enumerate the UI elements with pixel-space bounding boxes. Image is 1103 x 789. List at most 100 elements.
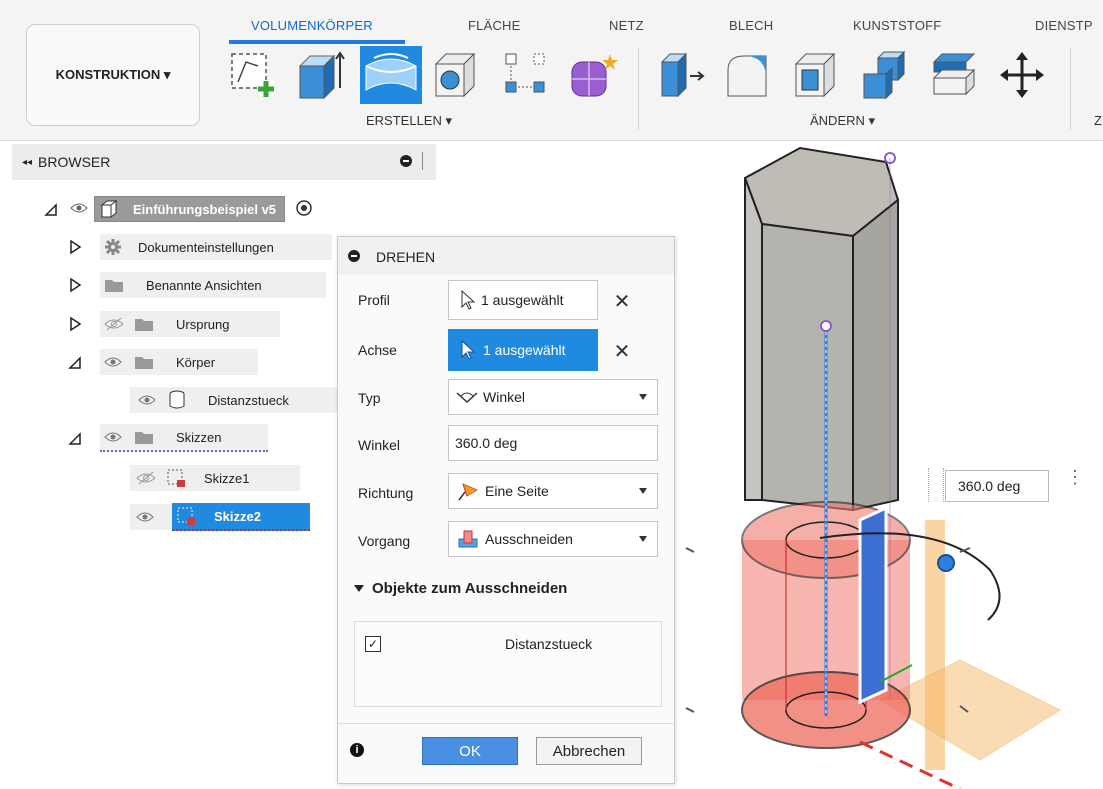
tab-dienstprogramme[interactable]: DIENSTP xyxy=(1035,18,1093,33)
eye-icon[interactable] xyxy=(104,431,122,443)
tree-item-dokumenteinstellungen[interactable]: Dokumenteinstellungen xyxy=(68,234,332,260)
angle-label: Winkel xyxy=(358,437,401,453)
folder-icon xyxy=(105,280,123,292)
create-sketch-icon[interactable] xyxy=(226,48,278,104)
operation-label: Vorgang xyxy=(358,533,411,549)
folder-icon xyxy=(135,432,153,444)
cut-operation-icon xyxy=(458,530,478,548)
dialog-divider xyxy=(338,723,674,724)
root-component[interactable]: Einführungsbeispiel v5 xyxy=(94,196,286,222)
expanded-triangle-icon[interactable] xyxy=(44,201,58,217)
move-icon[interactable] xyxy=(996,48,1048,104)
tree-item-skizze2[interactable]: Skizze2 xyxy=(130,503,310,531)
tab-netz[interactable]: NETZ xyxy=(609,18,644,33)
cancel-button[interactable]: Abbrechen xyxy=(536,737,642,765)
direction-value: Eine Seite xyxy=(485,483,549,499)
tree-item-benannte-ansichten[interactable]: Benannte Ansichten xyxy=(68,272,326,298)
expanded-triangle-icon[interactable] xyxy=(68,430,82,446)
section-title: Objekte zum Ausschneiden xyxy=(372,580,568,597)
tree-item-distanzstueck[interactable]: Distanzstueck xyxy=(130,387,338,413)
eye-icon[interactable] xyxy=(138,394,156,406)
tree-item-label: Skizzen xyxy=(176,429,222,445)
workspace-dropdown[interactable]: KONSTRUKTION ▾ xyxy=(26,24,200,126)
activate-radio-icon[interactable] xyxy=(295,199,313,220)
hole-icon[interactable] xyxy=(430,48,482,104)
extrude-icon[interactable] xyxy=(294,48,346,104)
dialog-title: DREHEN xyxy=(376,249,436,265)
browser-header: ◂◂ BROWSER xyxy=(12,144,436,180)
clear-profile-icon[interactable]: ✕ xyxy=(612,289,632,314)
cut-object-checkbox[interactable]: ✓ xyxy=(365,636,381,652)
collapsed-triangle-icon[interactable] xyxy=(68,277,82,293)
dialog-header: DREHEN xyxy=(338,237,674,275)
expand-triangle-icon xyxy=(354,585,364,592)
tab-volumenkoerper[interactable]: VOLUMENKÖRPER xyxy=(251,18,373,33)
browser-resize-handle[interactable] xyxy=(422,152,423,170)
eye-icon[interactable] xyxy=(136,511,154,523)
collapsed-triangle-icon[interactable] xyxy=(68,239,82,255)
info-icon[interactable]: i xyxy=(350,743,364,757)
expanded-triangle-icon[interactable] xyxy=(68,354,82,370)
type-value: Winkel xyxy=(483,389,526,405)
ok-button[interactable]: OK xyxy=(422,737,518,765)
folder-icon xyxy=(135,357,153,369)
tree-root-row[interactable]: Einführungsbeispiel v5 xyxy=(44,196,313,222)
clipped-group-label[interactable]: Z xyxy=(1094,113,1102,128)
offset-face-icon[interactable] xyxy=(928,48,980,104)
angle-input[interactable]: 360.0 deg xyxy=(448,425,658,461)
tab-flaeche[interactable]: FLÄCHE xyxy=(468,18,521,33)
eye-hidden-icon[interactable] xyxy=(136,471,156,485)
modify-group-label[interactable]: ÄNDERN ▾ xyxy=(810,113,875,129)
gear-icon xyxy=(105,239,121,255)
selected-tree-item[interactable]: Skizze2 xyxy=(172,503,310,531)
ribbon-toolbar: KONSTRUKTION ▾ VOLUMENKÖRPER FLÄCHE NETZ… xyxy=(0,0,1103,141)
tree-item-skizze1[interactable]: Skizze1 xyxy=(130,465,300,491)
eye-icon[interactable] xyxy=(104,356,122,368)
type-dropdown[interactable]: Winkel xyxy=(448,379,658,415)
axis-value: 1 ausgewählt xyxy=(483,342,566,358)
browser-pin-icon[interactable] xyxy=(400,155,412,167)
profile-label: Profil xyxy=(358,292,390,308)
create-form-icon[interactable] xyxy=(566,48,618,104)
axis-label: Achse xyxy=(358,342,397,358)
create-group-label[interactable]: ERSTELLEN ▾ xyxy=(366,113,452,129)
shell-icon[interactable] xyxy=(790,48,842,104)
one-side-icon xyxy=(458,483,479,501)
more-options-icon[interactable]: ⋮ xyxy=(1066,468,1084,486)
tree-item-label: Ursprung xyxy=(176,316,230,332)
sketch-locked-icon xyxy=(167,469,185,487)
toolbar-separator xyxy=(638,48,639,130)
tree-item-label: Distanzstueck xyxy=(208,392,289,408)
direction-dropdown[interactable]: Eine Seite xyxy=(448,473,658,509)
revolve-icon[interactable] xyxy=(360,46,422,104)
tree-item-label: Benannte Ansichten xyxy=(146,277,262,293)
collapse-dialog-icon[interactable] xyxy=(348,250,360,262)
clear-axis-icon[interactable]: ✕ xyxy=(612,339,632,364)
viewport-angle-input[interactable]: 360.0 deg xyxy=(945,470,1049,502)
collapse-browser-icon[interactable]: ◂◂ xyxy=(22,157,32,168)
tab-blech[interactable]: BLECH xyxy=(729,18,773,33)
tree-item-koerper[interactable]: Körper xyxy=(68,349,258,375)
press-pull-icon[interactable] xyxy=(656,48,708,104)
tree-item-ursprung[interactable]: Ursprung xyxy=(68,311,280,337)
profile-select-button[interactable]: 1 ausgewählt xyxy=(448,280,598,320)
revolve-dialog: DREHEN Profil 1 ausgewählt ✕ Achse 1 aus… xyxy=(337,236,675,784)
combine-icon[interactable] xyxy=(858,48,910,104)
eye-hidden-icon[interactable] xyxy=(104,317,124,331)
eye-icon[interactable] xyxy=(70,202,90,217)
angle-type-icon xyxy=(456,392,478,404)
collapsed-triangle-icon[interactable] xyxy=(68,316,82,332)
viewport-3d[interactable] xyxy=(676,140,1103,789)
pattern-icon[interactable] xyxy=(500,48,552,104)
profile-value: 1 ausgewählt xyxy=(481,292,564,308)
cut-objects-section-header[interactable]: Objekte zum Ausschneiden xyxy=(354,580,567,597)
fillet-icon[interactable] xyxy=(722,48,774,104)
folder-icon xyxy=(135,319,153,331)
operation-dropdown[interactable]: Ausschneiden xyxy=(448,521,658,557)
tree-item-skizzen[interactable]: Skizzen xyxy=(68,424,268,452)
component-icon xyxy=(100,200,118,218)
axis-select-button[interactable]: 1 ausgewählt xyxy=(448,329,598,371)
root-label: Einführungsbeispiel v5 xyxy=(133,201,277,217)
tab-kunststoff[interactable]: KUNSTSTOFF xyxy=(853,18,941,33)
angle-input-grip[interactable] xyxy=(928,468,944,502)
